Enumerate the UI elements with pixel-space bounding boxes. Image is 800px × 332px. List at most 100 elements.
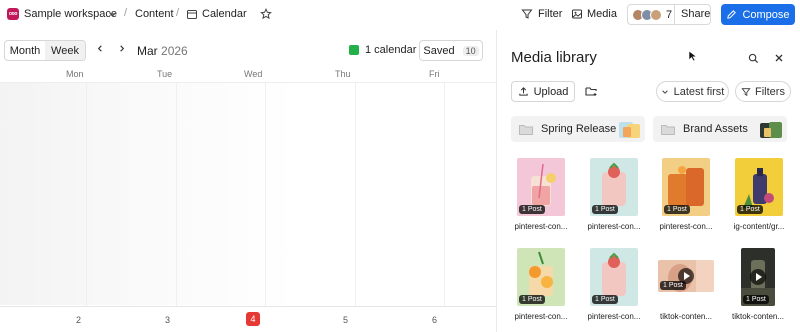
day-header-row: Mon Tue Wed Thu Fri	[0, 65, 496, 83]
month-view-button[interactable]: Month	[5, 41, 45, 60]
media-filename: pinterest-con...	[514, 222, 568, 231]
mouse-cursor-icon	[688, 50, 698, 62]
breadcrumb-calendar[interactable]: Calendar	[202, 8, 247, 20]
compose-button[interactable]: Compose	[721, 4, 795, 25]
folder-icon	[519, 124, 533, 135]
chevron-down-icon[interactable]	[105, 7, 119, 21]
week-row: 2 3 4 5 6	[0, 306, 496, 332]
share-button[interactable]: Share	[674, 4, 716, 25]
folder-brand-assets[interactable]: Brand Assets	[653, 116, 787, 142]
calendar-selector[interactable]: 1 calendar	[349, 44, 416, 56]
upload-icon	[518, 87, 528, 96]
grid-divider	[444, 83, 445, 332]
previous-icon[interactable]	[96, 44, 104, 56]
upload-button[interactable]: Upload	[511, 81, 575, 102]
day-name: Tue	[157, 69, 173, 79]
date-number[interactable]: 6	[432, 315, 437, 325]
post-badge: 1 Post	[519, 295, 545, 304]
pencil-icon	[727, 10, 737, 19]
post-badge: 1 Post	[592, 295, 618, 304]
day-name: Mon	[66, 69, 84, 79]
grid-divider	[86, 83, 87, 332]
members-group[interactable]: 7 Share	[627, 4, 711, 25]
media-filename: ig-content/gr...	[733, 222, 785, 231]
media-filename: pinterest-con...	[587, 312, 641, 321]
media-thumbnail[interactable]: 1 Post	[662, 158, 710, 216]
folder-name: Spring Release	[541, 123, 617, 135]
top-bar: ooo Sample workspace / Content / Calenda…	[0, 0, 800, 29]
media-icon[interactable]	[570, 7, 584, 21]
day-name: Thu	[335, 69, 351, 79]
filters-label: Filters	[755, 85, 785, 98]
view-switcher: Month Week	[4, 40, 86, 61]
panel-title: Media library	[511, 49, 597, 66]
search-icon[interactable]	[746, 51, 760, 65]
saved-count: 10	[462, 45, 479, 56]
compose-label: Compose	[742, 8, 790, 21]
star-icon[interactable]	[259, 7, 273, 21]
media-thumbnail[interactable]: 1 Post	[590, 248, 638, 306]
workspace-logo[interactable]: ooo	[7, 8, 19, 20]
date-number[interactable]: 2	[76, 315, 81, 325]
folder-spring-release[interactable]: Spring Release	[511, 116, 645, 142]
calendar-icon	[185, 7, 199, 21]
media-thumbnail[interactable]: 1 Post	[517, 158, 565, 216]
saved-button[interactable]: Saved 10	[419, 40, 483, 61]
media-thumbnail[interactable]: 1 Post	[658, 260, 714, 292]
play-icon[interactable]	[750, 269, 766, 285]
filter-button[interactable]: Filter	[538, 8, 562, 20]
chevron-down-icon	[661, 89, 668, 94]
media-filename: pinterest-con...	[587, 222, 641, 231]
date-number[interactable]: 3	[165, 315, 170, 325]
calendar-count: 1 calendar	[365, 44, 417, 56]
media-filename: pinterest-con...	[659, 222, 713, 231]
calendar-toolbar: Month Week Mar 2026 1 calendar Saved 10	[0, 38, 496, 64]
folder-icon	[661, 124, 675, 135]
filter-icon	[741, 87, 751, 96]
post-badge: 1 Post	[660, 281, 686, 290]
workspace-name[interactable]: Sample workspace	[24, 8, 117, 20]
folder-thumbnails	[619, 122, 640, 138]
media-thumbnail[interactable]: 1 Post	[741, 248, 775, 306]
day-name: Fri	[429, 69, 440, 79]
folder-thumbnails	[760, 122, 782, 138]
day-name: Wed	[244, 69, 263, 79]
calendar-grid[interactable]	[0, 83, 496, 305]
grid-divider	[355, 83, 356, 332]
post-badge: 1 Post	[519, 205, 545, 214]
close-icon[interactable]	[772, 51, 786, 65]
grid-divider	[176, 83, 177, 332]
media-thumbnail[interactable]: 1 Post	[590, 158, 638, 216]
post-badge: 1 Post	[592, 205, 618, 214]
folder-name: Brand Assets	[683, 123, 748, 135]
saved-label: Saved	[423, 44, 455, 57]
filters-button[interactable]: Filters	[735, 81, 791, 102]
post-badge: 1 Post	[664, 205, 690, 214]
grid-divider	[265, 83, 266, 332]
members-count: 7	[666, 8, 673, 21]
post-badge: 1 Post	[737, 205, 763, 214]
post-badge: 1 Post	[743, 295, 769, 304]
sort-label: Latest first	[673, 85, 725, 98]
calendar-color-indicator	[349, 45, 359, 55]
sort-dropdown[interactable]: Latest first	[656, 81, 729, 102]
date-number[interactable]: 5	[343, 315, 348, 325]
media-button[interactable]: Media	[587, 8, 617, 20]
upload-label: Upload	[533, 85, 569, 98]
media-filename: tiktok-conten...	[659, 312, 713, 321]
media-filename: tiktok-conten...	[731, 312, 785, 321]
media-thumbnail[interactable]: 1 Post	[735, 158, 783, 216]
breadcrumb-separator: /	[176, 7, 180, 19]
today-date[interactable]: 4	[246, 312, 260, 326]
week-view-button[interactable]: Week	[45, 41, 85, 60]
media-filename: pinterest-con...	[514, 312, 568, 321]
media-library-panel: Media library Upload Latest first Filter…	[497, 30, 800, 332]
media-thumbnail[interactable]: 1 Post	[517, 248, 565, 306]
filter-icon[interactable]	[520, 7, 534, 21]
breadcrumb-content[interactable]: Content	[135, 8, 174, 20]
breadcrumb-separator: /	[124, 7, 128, 19]
new-folder-icon[interactable]	[585, 85, 599, 99]
next-icon[interactable]	[118, 44, 126, 56]
avatar	[650, 8, 662, 21]
current-month: Mar 2026	[137, 44, 188, 58]
